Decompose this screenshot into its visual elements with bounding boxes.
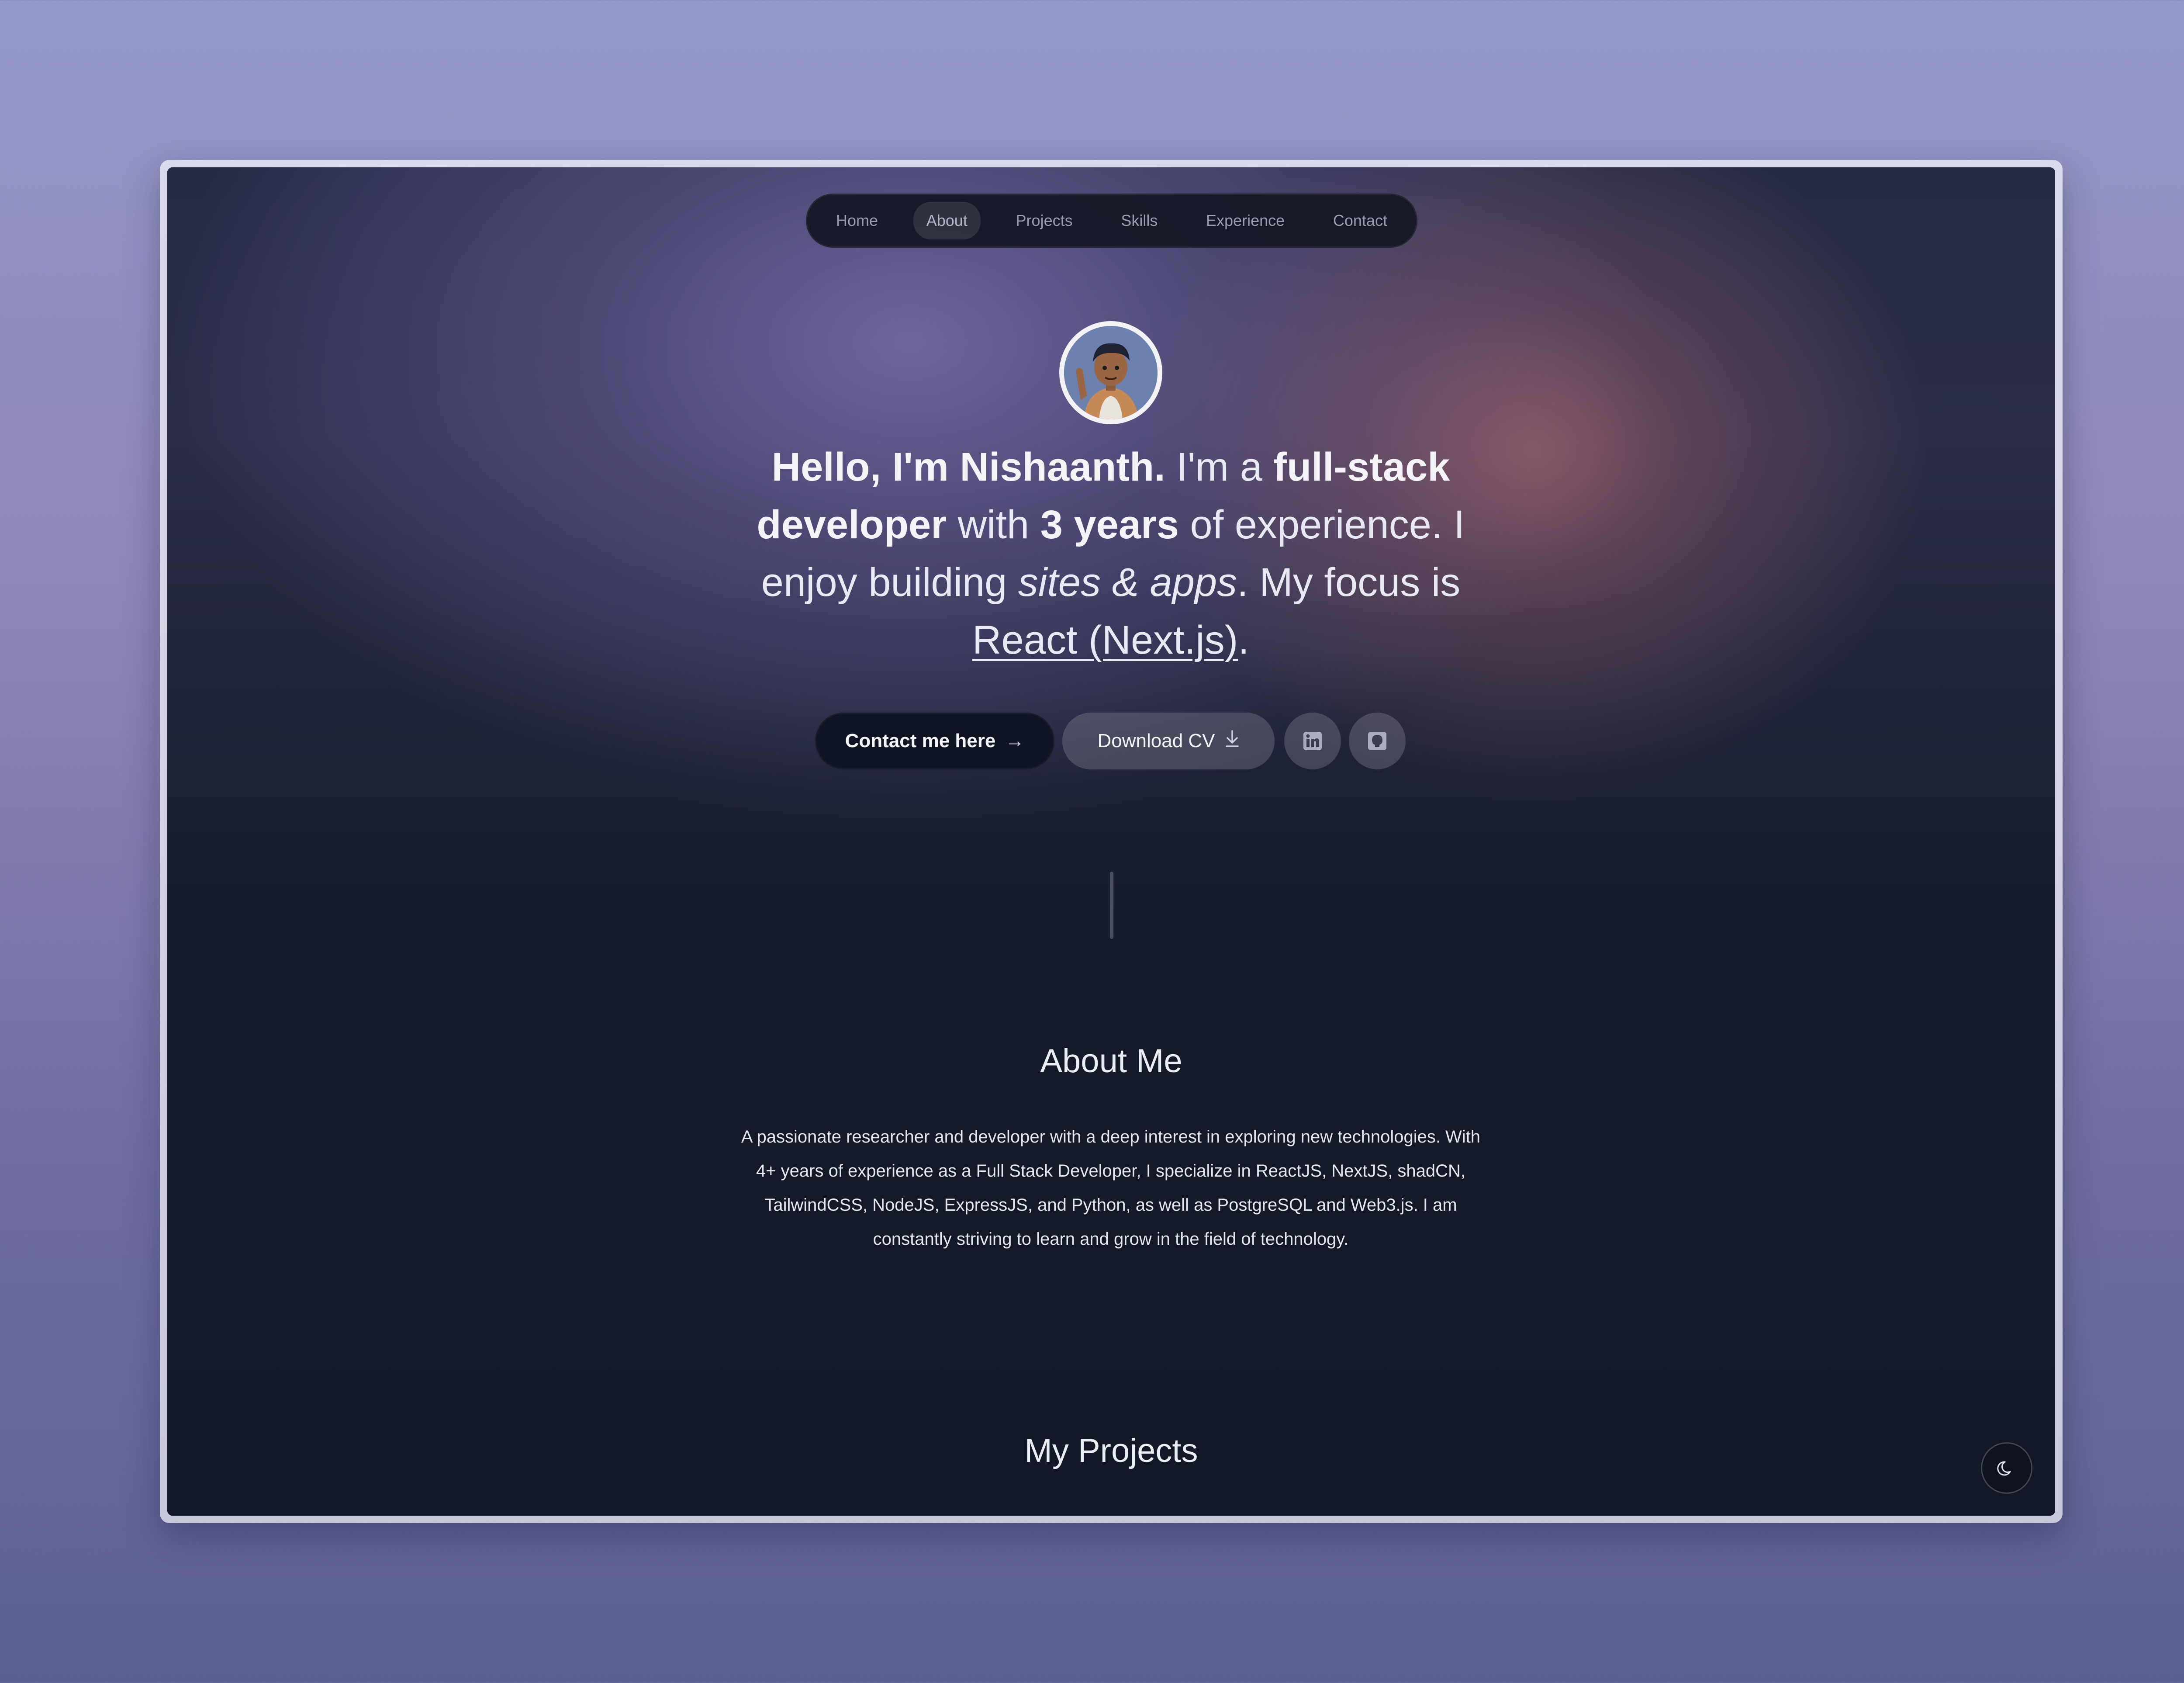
theme-toggle-button[interactable] xyxy=(1981,1442,2032,1494)
arrow-right-icon: → xyxy=(1005,730,1025,751)
website-viewport: Home About Projects Skills Experience Co… xyxy=(167,167,2055,1516)
hero-text-im-a: I'm a xyxy=(1165,445,1274,489)
nav-item-home[interactable]: Home xyxy=(823,202,891,239)
nav-item-contact[interactable]: Contact xyxy=(1320,202,1400,239)
hero-headline: Hello, I'm Nishaanth. I'm a full-stack d… xyxy=(726,438,1495,669)
hero-years: 3 years xyxy=(1040,502,1179,547)
github-icon xyxy=(1368,732,1386,750)
nav-item-about[interactable]: About xyxy=(913,202,981,239)
contact-me-button[interactable]: Contact me here → xyxy=(815,713,1054,769)
linkedin-button[interactable] xyxy=(1284,713,1341,769)
avatar xyxy=(1059,321,1162,424)
hero-text-with: with xyxy=(947,502,1040,547)
linkedin-icon xyxy=(1303,732,1322,750)
hero-focus-link[interactable]: React (Next.js) xyxy=(972,618,1238,662)
about-description: A passionate researcher and developer wi… xyxy=(741,1127,1481,1249)
projects-section-title: My Projects xyxy=(1024,1432,1198,1469)
hero-greeting: Hello, I'm Nishaanth. xyxy=(771,445,1165,489)
nav-item-experience[interactable]: Experience xyxy=(1193,202,1298,239)
download-cv-label: Download CV xyxy=(1097,730,1215,751)
avatar-illustration xyxy=(1064,326,1158,419)
hero-sites-apps: sites & apps xyxy=(1018,560,1237,605)
hero-text-end: . xyxy=(1238,618,1249,662)
section-divider-line xyxy=(1110,872,1113,939)
nav-item-projects[interactable]: Projects xyxy=(1003,202,1086,239)
about-section-title: About Me xyxy=(1040,1042,1182,1080)
moon-icon xyxy=(1997,1461,2011,1476)
top-navigation: Home About Projects Skills Experience Co… xyxy=(806,194,1417,248)
hero-text-focus: . My focus is xyxy=(1237,560,1461,605)
download-icon xyxy=(1225,730,1240,752)
github-button[interactable] xyxy=(1349,713,1406,769)
hero-actions: Contact me here → Download CV xyxy=(167,713,2055,769)
download-cv-button[interactable]: Download CV xyxy=(1062,713,1275,769)
nav-item-skills[interactable]: Skills xyxy=(1108,202,1171,239)
contact-me-label: Contact me here xyxy=(845,730,996,751)
